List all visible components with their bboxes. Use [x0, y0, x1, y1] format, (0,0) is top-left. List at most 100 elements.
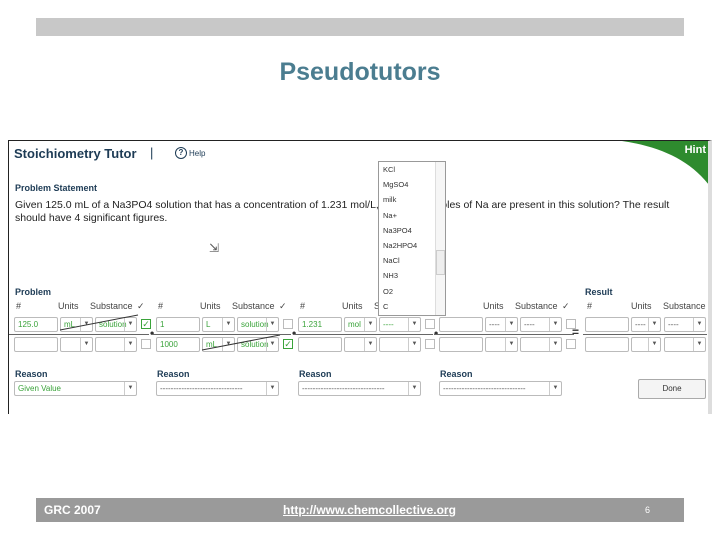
units-header: Units [200, 301, 221, 311]
number-input[interactable]: 1.231 [298, 317, 342, 332]
dropdown-scrollbar[interactable] [435, 162, 445, 315]
substance-select[interactable]: solution ▼ [237, 317, 279, 332]
fraction-line [293, 334, 433, 335]
result-number-input[interactable] [585, 337, 629, 352]
problem-label: Problem [15, 287, 52, 297]
units-select[interactable]: ---- ▼ [485, 317, 518, 332]
result-substance-select[interactable]: ---- ▼ [664, 317, 706, 332]
done-button[interactable]: Done [638, 379, 706, 399]
cancel-checkbox[interactable] [141, 339, 151, 349]
slide-top-bar [36, 18, 684, 36]
substance-header: Substance [515, 301, 558, 311]
cancel-checkbox[interactable] [425, 339, 435, 349]
chevron-down-icon: ▼ [124, 338, 136, 351]
chevron-down-icon: ▼ [549, 338, 561, 351]
number-header: # [587, 301, 593, 311]
result-number-input[interactable] [585, 317, 629, 332]
substance-header: Substance [663, 301, 706, 311]
page-number: 6 [645, 505, 651, 515]
units-select[interactable]: L ▼ [202, 317, 235, 332]
chevron-down-icon: ▼ [222, 318, 234, 331]
number-input[interactable] [14, 337, 58, 352]
reason-select-value: ------------------------------- [160, 384, 243, 393]
substance-select[interactable]: ▼ [95, 337, 137, 352]
units-select[interactable]: ▼ [485, 337, 518, 352]
number-header: # [300, 301, 306, 311]
mouse-cursor-icon: ⇲ [209, 241, 220, 255]
app-title: Stoichiometry Tutor [14, 146, 137, 161]
units-select-value: mol [348, 320, 361, 329]
chevron-down-icon: ▼ [266, 318, 278, 331]
number-input[interactable] [439, 337, 483, 352]
title-separator: | [150, 145, 154, 160]
tutor-screenshot: Stoichiometry Tutor | ? Help Hint Problem… [8, 140, 712, 414]
units-header: Units [58, 301, 79, 311]
check-header: ✓ [137, 301, 145, 311]
chevron-down-icon: ▼ [266, 382, 278, 395]
help-label: Help [189, 148, 206, 158]
footer-link[interactable]: http://www.chemcollective.org [283, 503, 456, 517]
cancel-checkbox[interactable]: ✓ [283, 339, 293, 349]
units-header: Units [631, 301, 652, 311]
chevron-down-icon: ▼ [549, 318, 561, 331]
reason-select[interactable]: ------------------------------- ▼ [156, 381, 279, 396]
number-input[interactable] [298, 337, 342, 352]
help-link[interactable]: ? Help [175, 147, 205, 159]
multiply-operator: • [434, 326, 439, 340]
chevron-down-icon: ▼ [364, 318, 376, 331]
chevron-down-icon: ▼ [408, 338, 420, 351]
number-input[interactable]: 1 [156, 317, 200, 332]
units-select[interactable]: mL ▼ [60, 317, 93, 332]
units-select-value: mL [64, 320, 76, 329]
units-select[interactable]: mol ▼ [344, 317, 377, 332]
units-header: Units [342, 301, 363, 311]
units-select-value: ---- [489, 320, 500, 329]
substance-dropdown-list[interactable]: KCl MgSO4 milk Na+ Na3PO4 Na2HPO4 NaCl NH3 O2 C [378, 161, 446, 316]
hint-button[interactable]: Hint [622, 141, 708, 189]
substance-select[interactable]: ▼ [379, 337, 421, 352]
multiply-operator: • [292, 326, 297, 340]
result-units-select[interactable]: ---- ▼ [631, 317, 661, 332]
reason-label: Reason [299, 369, 332, 379]
reason-select[interactable]: ------------------------------- ▼ [298, 381, 421, 396]
substance-select[interactable]: solution ▼ [95, 317, 137, 332]
number-input[interactable] [439, 317, 483, 332]
substance-select[interactable]: ---- ▼ [520, 317, 562, 332]
units-select[interactable]: ▼ [60, 337, 93, 352]
reason-label: Reason [440, 369, 473, 379]
reason-select-value: ------------------------------- [302, 384, 385, 393]
fraction-line [434, 334, 574, 335]
result-units-select[interactable]: ▼ [631, 337, 661, 352]
reason-select[interactable]: ------------------------------- ▼ [439, 381, 562, 396]
substance-select[interactable]: solution ▼ [237, 337, 279, 352]
chevron-down-icon: ▼ [648, 338, 660, 351]
help-icon: ? [175, 147, 187, 159]
reason-select-value: Given Value [18, 384, 61, 393]
units-select-value: mL [206, 340, 218, 349]
units-select[interactable]: mL ▼ [202, 337, 235, 352]
substance-select[interactable]: ▼ [520, 337, 562, 352]
number-input[interactable]: 1000 [156, 337, 200, 352]
units-select[interactable]: ▼ [344, 337, 377, 352]
chevron-down-icon: ▼ [266, 338, 278, 351]
result-units-select-value: ---- [635, 320, 646, 329]
chevron-down-icon: ▼ [408, 382, 420, 395]
hint-label: Hint [684, 144, 706, 156]
check-header: ✓ [279, 301, 287, 311]
number-input[interactable]: 125.0 [14, 317, 58, 332]
substance-select-value: solution [99, 320, 127, 329]
fraction-line [9, 334, 149, 335]
check-header: ✓ [562, 301, 570, 311]
substance-select[interactable]: ---- ▼ [379, 317, 421, 332]
number-header: # [158, 301, 164, 311]
chevron-down-icon: ▼ [505, 338, 517, 351]
multiply-operator: • [150, 326, 155, 340]
cancel-checkbox[interactable] [566, 339, 576, 349]
substance-select-value: ---- [524, 320, 535, 329]
chevron-down-icon: ▼ [648, 318, 660, 331]
result-substance-select[interactable]: ▼ [664, 337, 706, 352]
reason-select[interactable]: Given Value ▼ [14, 381, 137, 396]
substance-select-value: solution [241, 340, 269, 349]
result-fraction-line [583, 334, 707, 335]
reason-label: Reason [15, 369, 48, 379]
